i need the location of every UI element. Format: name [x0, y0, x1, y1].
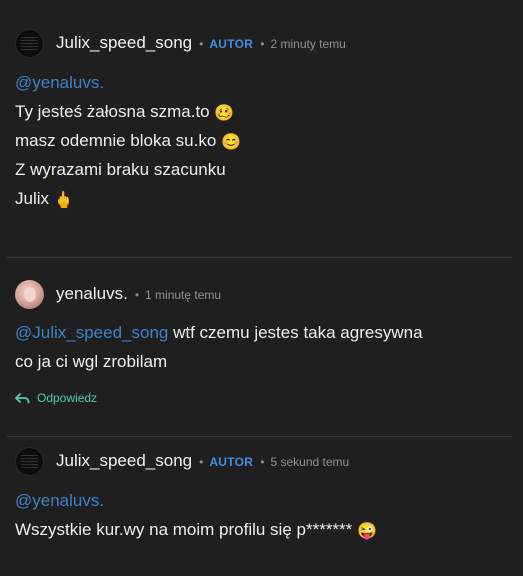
author-badge: AUTOR: [209, 455, 254, 469]
comment-line: Julix 🖕: [15, 189, 74, 209]
username[interactable]: Julix_speed_song: [56, 451, 192, 471]
comment-line: Ty jesteś żałosna szma.to 🥴: [15, 102, 235, 122]
reply-label: Odpowiedz: [37, 391, 98, 405]
avatar-julix[interactable]: [15, 29, 44, 58]
username[interactable]: yenaluvs.: [56, 284, 128, 304]
avatar-julix[interactable]: [15, 447, 44, 476]
comment-header: yenaluvs. • 1 minutę temu: [56, 284, 221, 304]
woozy-face-emoji: 🥴: [214, 105, 235, 122]
divider: [7, 257, 512, 258]
avatar-pattern: [21, 455, 38, 468]
winking-tongue-emoji: 😜: [357, 523, 377, 540]
comment-line: Z wyrazami braku szacunku: [15, 160, 226, 179]
comment-line: Wszystkie kur.wy na moim profilu się p**…: [15, 520, 377, 540]
avatar-yenaluvs[interactable]: [15, 280, 44, 309]
reply-button[interactable]: Odpowiedz: [15, 391, 97, 405]
separator-dot: •: [134, 288, 140, 302]
comment-line: masz odemnie bloka su.ko 😊: [15, 131, 241, 151]
separator-dot: •: [199, 37, 204, 51]
separator-dot: •: [199, 455, 204, 469]
comment-header: Julix_speed_song • AUTOR • 5 sekund temu: [56, 451, 349, 471]
mention-link[interactable]: @yenaluvs.: [15, 491, 104, 510]
author-badge: AUTOR: [209, 37, 254, 51]
comment-body: @Julix_speed_song wtf czemu jestes taka …: [15, 318, 423, 376]
middle-finger-emoji: 🖕: [53, 192, 74, 209]
reply-arrow-icon: [15, 392, 30, 403]
comment-line: co ja ci wgl zrobilam: [15, 352, 168, 371]
avatar-pattern: [21, 37, 38, 50]
comment-line: @Julix_speed_song wtf czemu jestes taka …: [15, 323, 423, 342]
timestamp[interactable]: 2 minuty temu: [270, 37, 345, 51]
comment-body: @yenaluvs. Ty jesteś żałosna szma.to 🥴 m…: [15, 68, 241, 213]
mention-link[interactable]: @yenaluvs.: [15, 73, 104, 92]
timestamp[interactable]: 1 minutę temu: [145, 288, 221, 302]
separator-dot: •: [260, 37, 265, 51]
comment-body: @yenaluvs. Wszystkie kur.wy na moim prof…: [15, 486, 377, 544]
smiling-face-emoji: 😊: [221, 134, 241, 151]
separator-dot: •: [260, 455, 265, 469]
comment-header: Julix_speed_song • AUTOR • 2 minuty temu: [56, 33, 346, 53]
divider: [7, 436, 512, 437]
timestamp[interactable]: 5 sekund temu: [270, 455, 349, 469]
avatar-face: [24, 287, 36, 302]
mention-link[interactable]: @Julix_speed_song: [15, 323, 168, 342]
username[interactable]: Julix_speed_song: [56, 33, 192, 53]
